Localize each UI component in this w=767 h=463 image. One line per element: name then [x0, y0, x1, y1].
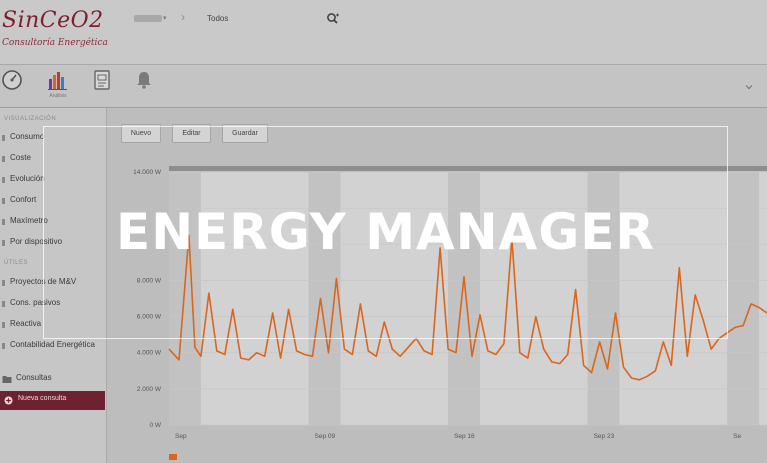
- toolbar-alerts[interactable]: [124, 69, 164, 105]
- bullet-icon: [2, 135, 5, 141]
- bullet-icon: [2, 219, 5, 225]
- brand-logo[interactable]: SinCeO2 Consultoría Energética: [0, 8, 110, 56]
- sidebar-item-consultas[interactable]: Consultas: [0, 370, 106, 388]
- chevron-down-icon[interactable]: ▾: [163, 14, 167, 22]
- bullet-icon: [2, 343, 5, 349]
- brand-tagline: Consultoría Energética: [2, 38, 108, 48]
- main-toolbar: Análisis: [0, 65, 767, 108]
- breadcrumb-root[interactable]: Todos: [207, 14, 228, 23]
- breadcrumb-user[interactable]: [134, 15, 162, 22]
- new-query-label: Nueva consulta: [18, 395, 67, 402]
- toolbar-dashboard[interactable]: [0, 69, 32, 105]
- x-tick-label: Sep 16: [454, 433, 475, 440]
- x-tick-label: Se: [733, 433, 741, 440]
- report-icon: [94, 70, 110, 90]
- y-tick-label: 2.000 W: [137, 386, 162, 393]
- sidebar-item-label: Consultas: [16, 373, 52, 382]
- bullet-icon: [2, 198, 5, 204]
- dashboard-icon: [2, 70, 22, 90]
- bullet-icon: [2, 322, 5, 328]
- x-tick-label: Sep: [175, 433, 187, 440]
- brand-name: SinCeO2: [2, 8, 104, 33]
- bullet-icon: [2, 280, 5, 286]
- top-header: SinCeO2 Consultoría Energética ▾ › Todos: [0, 0, 767, 65]
- sidebar-item-label: Coste: [10, 153, 31, 162]
- y-tick-label: 4.000 W: [137, 350, 162, 357]
- overlay-title: ENERGY MANAGER: [116, 203, 655, 261]
- sidebar-item-label: Confort: [10, 195, 37, 204]
- weekend-band: [727, 172, 760, 425]
- sidebar-item-contabilidad[interactable]: Contabilidad Energética: [0, 337, 106, 355]
- sidebar-item-label: Reactiva: [10, 319, 42, 328]
- chevron-right-icon: ›: [181, 10, 185, 24]
- bullet-icon: [2, 301, 5, 307]
- toolbar-label: Análisis: [49, 93, 67, 99]
- toolbar-reports[interactable]: [82, 69, 122, 105]
- sidebar-section-title: VISUALIZACIÓN: [4, 116, 57, 122]
- y-tick-label: 0 W: [149, 422, 161, 429]
- sidebar-item-label: Contabilidad Energética: [10, 340, 95, 349]
- chevron-down-icon[interactable]: [745, 83, 753, 91]
- search-icon[interactable]: [326, 12, 340, 26]
- x-tick-label: Sep 23: [594, 433, 615, 440]
- sidebar-item-label: Consumo: [10, 132, 45, 141]
- x-tick-label: Sep 09: [315, 433, 336, 440]
- toolbar-analysis[interactable]: Análisis: [38, 69, 78, 105]
- new-query-button[interactable]: Nueva consulta: [0, 391, 105, 410]
- bar-chart-icon: [48, 72, 67, 90]
- legend-swatch: [169, 454, 177, 460]
- plus-circle-icon: [4, 396, 13, 405]
- app-window: SinCeO2 Consultoría Energética ▾ › Todos: [0, 0, 767, 463]
- bullet-icon: [2, 156, 5, 162]
- bell-icon: [137, 72, 151, 89]
- folder-icon: [2, 376, 12, 383]
- bullet-icon: [2, 177, 5, 183]
- sidebar-section-title: ÚTILES: [4, 260, 29, 266]
- bullet-icon: [2, 240, 5, 246]
- sidebar-item-label: Evolución: [10, 174, 45, 183]
